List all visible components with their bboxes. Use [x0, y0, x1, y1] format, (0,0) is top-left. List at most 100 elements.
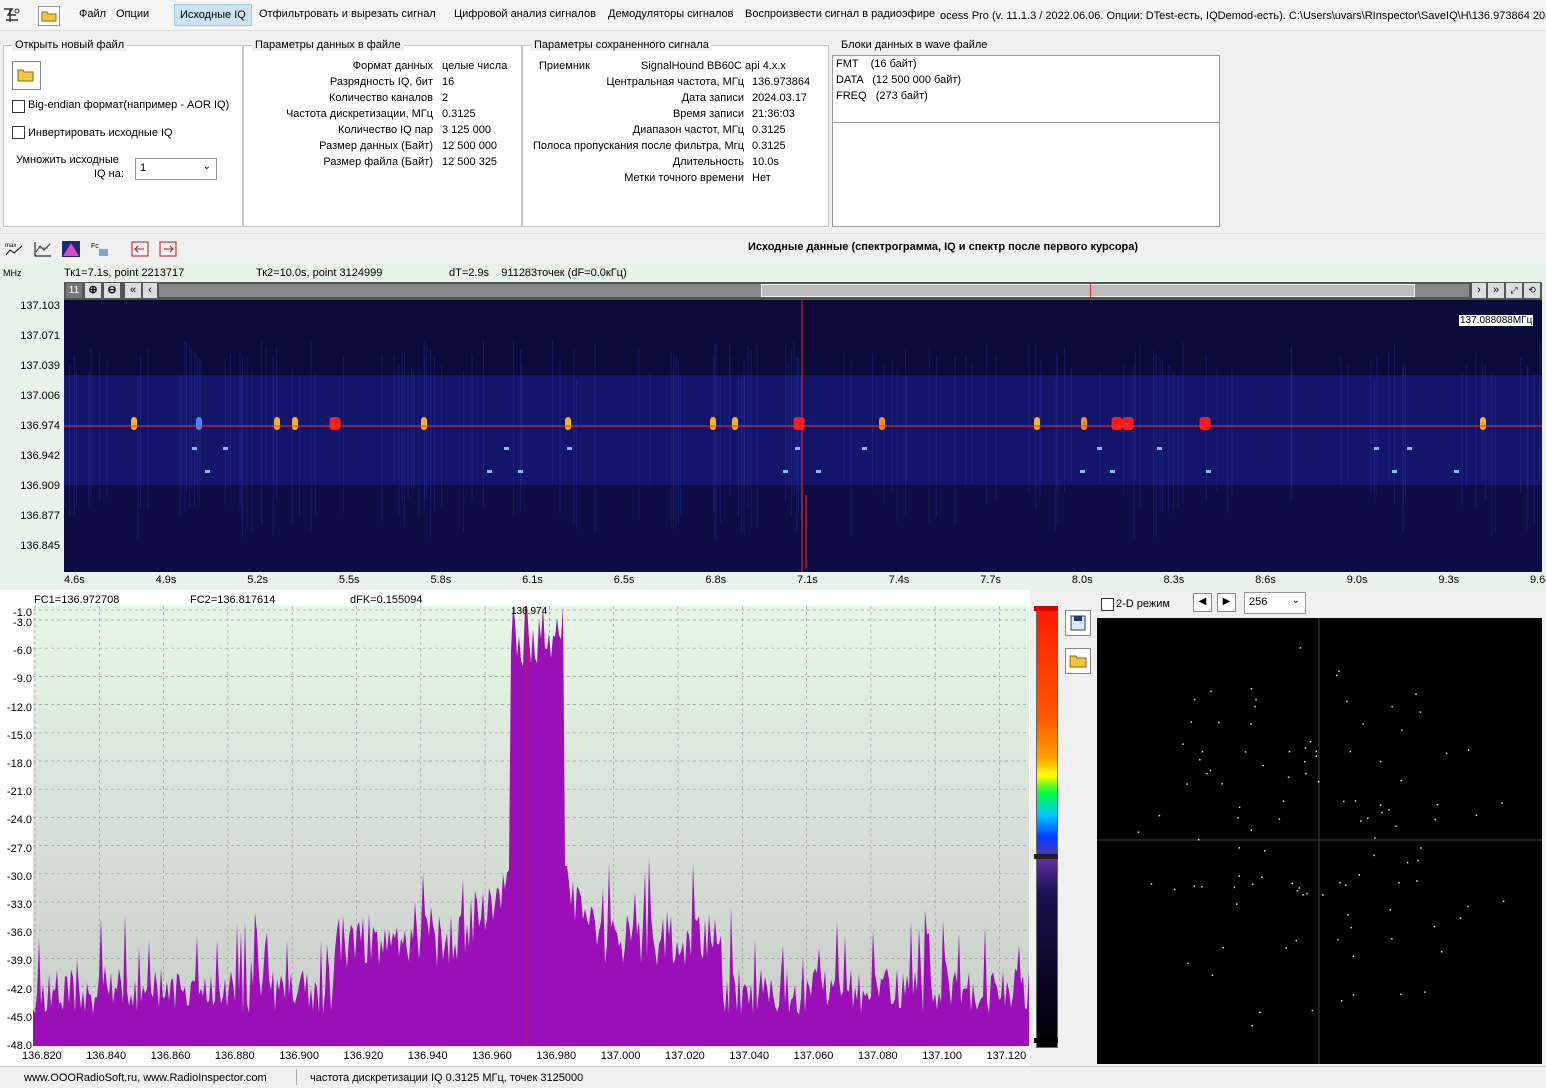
scroll-last-icon[interactable]: »: [1488, 283, 1504, 298]
fit-icon[interactable]: ⤢: [1506, 283, 1522, 298]
saved-param-label: Полоса пропускания после фильтра, Мгц: [532, 140, 744, 152]
scroll-right-icon[interactable]: ›: [1472, 283, 1486, 298]
scroll-left-icon[interactable]: ‹: [143, 283, 157, 298]
menu-demodulators[interactable]: Демодуляторы сигналов: [608, 8, 734, 20]
spectrum-y-tick: -45.0: [6, 1011, 32, 1024]
open-file-group: Открыть новый файл Big-endian формат(нап…: [3, 39, 243, 227]
spectrum-x-tick: 137.060: [793, 1050, 834, 1062]
max-icon[interactable]: max: [4, 240, 24, 258]
receiver-value: SignalHound BB60C api 4.x.x: [641, 60, 786, 72]
constellation-point: [1201, 886, 1203, 888]
spectrogram-y-tick: 137.071: [20, 330, 60, 342]
2d-mode-label: 2-D режим: [1116, 598, 1170, 610]
spectrogram-x-tick: 5.5s: [338, 574, 360, 586]
constellation-point: [1436, 804, 1439, 806]
zoom-in-icon[interactable]: ⊕: [85, 283, 101, 298]
constellation-point: [1445, 752, 1448, 755]
constellation-point: [1416, 880, 1418, 882]
color-scale-bottom-handle[interactable]: [1034, 1038, 1058, 1043]
scroll-thumb[interactable]: [761, 284, 1415, 297]
signal-trace: [205, 470, 210, 473]
saved-params-title: Параметры сохраненного сигнала: [531, 39, 712, 51]
signal-trace: [1097, 447, 1102, 450]
open-file-button[interactable]: [12, 61, 41, 90]
constellation-scope[interactable]: [1097, 618, 1542, 1064]
constellation-point: [1367, 817, 1369, 819]
scroll-track[interactable]: [159, 284, 1469, 297]
invert-iq-label: Инвертировать исходные IQ: [28, 127, 173, 139]
prev-frame-button[interactable]: ◀: [1193, 593, 1212, 612]
spectrogram[interactable]: 137.088088МГц: [64, 300, 1542, 572]
fc-marker-icon[interactable]: Fc: [90, 240, 110, 258]
constellation-point: [1186, 783, 1188, 785]
open-folder-icon[interactable]: [38, 6, 60, 26]
signal-trace: [795, 447, 800, 450]
signal-trace: [487, 470, 492, 473]
constellation-point: [1401, 729, 1403, 731]
menu-file[interactable]: Файл: [79, 8, 106, 20]
constellation-point: [1173, 888, 1176, 891]
color-scale[interactable]: [1036, 608, 1058, 1048]
spectrum-plot[interactable]: 136.974: [33, 606, 1029, 1046]
time-scrollbar[interactable]: 11 ⊕ ⊖ « ‹ › » ⤢ ⟲: [64, 282, 1542, 300]
constellation-point: [1315, 750, 1317, 753]
menu-source-iq[interactable]: Исходные IQ: [174, 4, 252, 26]
wave-block-details: [832, 122, 1220, 227]
signal-trace: [567, 447, 572, 450]
spectrogram-x-tick: 9.6s: [1530, 574, 1546, 586]
spectrum-y-tick: -12.0: [6, 701, 32, 714]
multiply-select[interactable]: 1 ⌄: [135, 158, 217, 180]
constellation-point: [1391, 705, 1393, 708]
color-scale-top-handle[interactable]: [1034, 606, 1058, 611]
menu-play-on-air[interactable]: Воспроизвести сигнал в радиоэфире: [745, 8, 935, 20]
spectrogram-x-tick: 8.0s: [1071, 574, 1093, 586]
file-params-group: Параметры данных в файле Формат данных це…: [243, 39, 522, 227]
constellation-point: [1349, 750, 1351, 753]
constellation-point: [1222, 947, 1224, 949]
cursor-left-icon[interactable]: [130, 240, 150, 258]
constellation-point: [1352, 955, 1355, 957]
wave-blocks-list[interactable]: FMT (16 байт) DATA (12 500 000 байт) FRE…: [832, 55, 1220, 123]
spectrogram-plot: [64, 300, 1542, 572]
spectrum-x-tick: 136.860: [150, 1050, 191, 1062]
points-select[interactable]: 256 ⌄: [1244, 592, 1306, 614]
cursor-right-icon[interactable]: [158, 240, 178, 258]
scroll-count: 11: [66, 283, 82, 298]
freq-marker-label: 137.088088МГц: [1459, 315, 1534, 326]
view-toolbar: max Fc Исходные данные (спектрограмма, I…: [0, 233, 1546, 264]
constellation-point: [1190, 721, 1193, 723]
wave-block-data[interactable]: DATA (12 500 000 байт): [836, 74, 961, 86]
menu-options[interactable]: Опции: [116, 8, 149, 20]
menu-filter-cut[interactable]: Отфильтровать и вырезать сигнал: [259, 8, 436, 20]
signal-burst: [196, 417, 202, 430]
constellation-point: [1238, 847, 1240, 849]
app-logo-icon[interactable]: [2, 6, 22, 24]
chart-scale-icon[interactable]: [33, 240, 53, 258]
spectrogram-y-tick: 136.942: [20, 450, 60, 462]
spectrogram-x-tick: 7.7s: [980, 574, 1002, 586]
next-frame-button[interactable]: ▶: [1217, 593, 1236, 612]
zoom-out-icon[interactable]: ⊖: [104, 283, 120, 298]
reset-icon[interactable]: ⟲: [1524, 283, 1540, 298]
wave-block-fmt[interactable]: FMT (16 байт): [836, 58, 917, 70]
constellation-point: [1406, 861, 1409, 864]
color-scale-mid-handle[interactable]: [1034, 854, 1058, 859]
wave-block-freq[interactable]: FREQ (273 байт): [836, 90, 928, 102]
spectrum-view-icon[interactable]: [61, 240, 81, 258]
constellation-point: [1211, 974, 1214, 977]
signal-burst: [329, 417, 341, 430]
spectrum-x-tick: 137.000: [600, 1050, 641, 1062]
menu-digital-analysis[interactable]: Цифровой анализ сигналов: [454, 8, 596, 20]
signal-burst: [1111, 417, 1123, 430]
constellation-point: [1287, 776, 1290, 778]
2d-mode-checkbox[interactable]: [1101, 598, 1114, 611]
signal-trace: [1080, 470, 1085, 473]
open-spectrum-button[interactable]: [1065, 648, 1091, 674]
big-endian-checkbox[interactable]: [12, 100, 25, 113]
open-file-title: Открыть новый файл: [12, 39, 128, 51]
spectrum-y-tick: -24.0: [6, 814, 32, 827]
save-spectrum-button[interactable]: [1065, 610, 1091, 636]
invert-iq-checkbox[interactable]: [12, 126, 25, 139]
scroll-first-icon[interactable]: «: [125, 283, 141, 298]
file-param-label: Количество IQ пар: [338, 124, 433, 136]
